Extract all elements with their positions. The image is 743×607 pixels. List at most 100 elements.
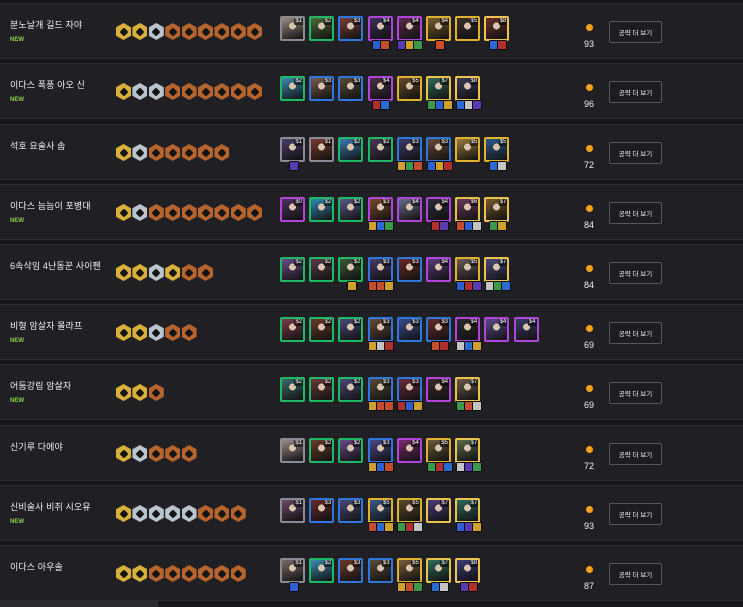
trait-icon[interactable] bbox=[181, 565, 197, 582]
item-icon[interactable] bbox=[380, 40, 391, 50]
champion-portrait[interactable]: $8 bbox=[455, 558, 481, 583]
trait-icon[interactable] bbox=[165, 264, 181, 281]
trait-icon[interactable] bbox=[116, 144, 131, 161]
champion-portrait[interactable]: $4 bbox=[426, 377, 451, 402]
deck-name[interactable]: 신비술사 비취 시오유 bbox=[10, 500, 110, 513]
trait-icon[interactable] bbox=[116, 445, 131, 462]
trait-icon[interactable] bbox=[148, 23, 164, 40]
champion-portrait[interactable]: $7 bbox=[484, 197, 510, 222]
trait-icon[interactable] bbox=[198, 264, 213, 281]
item-icon[interactable] bbox=[496, 40, 507, 50]
champion-portrait[interactable]: $5 bbox=[396, 76, 422, 101]
champion-portrait[interactable]: $2 bbox=[280, 377, 305, 402]
trait-icon[interactable] bbox=[165, 23, 181, 40]
item-icon[interactable] bbox=[471, 341, 482, 351]
champion-portrait[interactable]: $7 bbox=[455, 377, 481, 402]
deck-row[interactable]: 분노날개 길드 자야 NEW $1 $2 $3 $4 $4 $4 $5 $8 93 공략 더 보기 bbox=[0, 3, 743, 59]
champion-portrait[interactable]: $5 bbox=[396, 558, 422, 583]
trait-icon[interactable] bbox=[132, 505, 148, 522]
trait-icon[interactable] bbox=[132, 565, 148, 582]
item-icon[interactable] bbox=[384, 341, 395, 351]
trait-icon[interactable] bbox=[198, 144, 213, 161]
champion-portrait[interactable]: $2 bbox=[309, 377, 335, 402]
view-guide-button[interactable]: 공략 더 보기 bbox=[609, 262, 662, 284]
trait-icon[interactable] bbox=[116, 324, 131, 341]
champion-portrait[interactable]: $4 bbox=[455, 317, 481, 342]
champion-portrait[interactable]: $2 bbox=[338, 137, 364, 162]
trait-icon[interactable] bbox=[181, 445, 197, 462]
item-icon[interactable] bbox=[384, 281, 395, 291]
item-icon[interactable] bbox=[413, 401, 424, 411]
champion-portrait[interactable]: $7 bbox=[484, 257, 510, 282]
champion-portrait[interactable]: $4 bbox=[396, 16, 422, 41]
champion-portrait[interactable]: $3 bbox=[309, 76, 335, 101]
item-icon[interactable] bbox=[413, 582, 424, 592]
trait-icon[interactable] bbox=[148, 83, 164, 100]
champion-portrait[interactable]: $2 bbox=[309, 558, 335, 583]
deck-name[interactable]: 이다스 아우솔 bbox=[10, 560, 110, 573]
item-icon[interactable] bbox=[496, 161, 507, 171]
champion-portrait[interactable]: $5 bbox=[455, 257, 481, 282]
champion-portrait[interactable]: $3 bbox=[367, 558, 393, 583]
trait-icon[interactable] bbox=[165, 204, 181, 221]
trait-icon[interactable] bbox=[214, 204, 230, 221]
deck-name[interactable]: 비형 암살자 몰라프 bbox=[10, 319, 110, 332]
trait-icon[interactable] bbox=[132, 384, 148, 401]
trait-icon[interactable] bbox=[116, 384, 131, 401]
champion-portrait[interactable]: $3 bbox=[367, 438, 393, 463]
item-icon[interactable] bbox=[288, 161, 299, 171]
deck-row[interactable]: 이다스 폭풍 아오 신 NEW $2 $3 $3 $4 $5 $7 $8 96 공략 더 보기 bbox=[0, 63, 743, 119]
trait-icon[interactable] bbox=[148, 384, 164, 401]
trait-icon[interactable] bbox=[132, 83, 148, 100]
champion-portrait[interactable]: $2 bbox=[338, 438, 364, 463]
deck-name[interactable]: 이다스 폭풍 아오 신 bbox=[10, 78, 110, 91]
champion-portrait[interactable]: $7 bbox=[455, 438, 481, 463]
item-icon[interactable] bbox=[384, 522, 395, 532]
item-icon[interactable] bbox=[471, 522, 482, 532]
champion-portrait[interactable]: $1 bbox=[280, 137, 305, 162]
trait-icon[interactable] bbox=[116, 264, 131, 281]
champion-portrait[interactable]: $2 bbox=[309, 16, 335, 41]
champion-portrait[interactable]: $3 bbox=[338, 76, 364, 101]
champion-portrait[interactable]: $2 bbox=[367, 137, 393, 162]
trait-icon[interactable] bbox=[165, 324, 181, 341]
trait-icon[interactable] bbox=[116, 83, 131, 100]
item-icon[interactable] bbox=[467, 582, 478, 592]
deck-name[interactable]: 이다스 늠늠이 포병대 bbox=[10, 199, 110, 212]
trait-icon[interactable] bbox=[181, 324, 197, 341]
trait-icon[interactable] bbox=[214, 83, 230, 100]
item-icon[interactable] bbox=[384, 462, 395, 472]
deck-row[interactable]: 어둠강림 암살자 NEW $2 $2 $2 $3 $3 $4 $7 69 공략 더 보기 bbox=[0, 364, 743, 420]
trait-icon[interactable] bbox=[214, 505, 230, 522]
trait-icon[interactable] bbox=[198, 505, 213, 522]
champion-portrait[interactable]: $2 bbox=[280, 317, 305, 342]
item-icon[interactable] bbox=[413, 522, 424, 532]
deck-row[interactable]: 비형 암살자 몰라프 NEW $2 $2 $2 $3 $3 $3 $4 $4 $4 69 공략 더 보기 bbox=[0, 304, 743, 360]
trait-icon[interactable] bbox=[214, 144, 230, 161]
view-guide-button[interactable]: 공략 더 보기 bbox=[609, 202, 662, 224]
champion-portrait[interactable]: $7 bbox=[426, 558, 451, 583]
trait-icon[interactable] bbox=[132, 324, 148, 341]
deck-name[interactable]: 6속삭임 4난동꾼 사이펜 bbox=[10, 259, 110, 272]
trait-icon[interactable] bbox=[181, 83, 197, 100]
item-icon[interactable] bbox=[434, 40, 445, 50]
champion-portrait[interactable]: $5 bbox=[396, 498, 422, 523]
champion-portrait[interactable]: $3 bbox=[426, 317, 451, 342]
view-guide-button[interactable]: 공략 더 보기 bbox=[609, 21, 662, 43]
champion-portrait[interactable]: $3 bbox=[367, 317, 393, 342]
champion-portrait[interactable]: $3 bbox=[367, 377, 393, 402]
trait-icon[interactable] bbox=[230, 83, 246, 100]
view-guide-button[interactable]: 공략 더 보기 bbox=[609, 443, 662, 465]
trait-icon[interactable] bbox=[165, 445, 181, 462]
view-guide-button[interactable]: 공략 더 보기 bbox=[609, 503, 662, 525]
item-icon[interactable] bbox=[384, 401, 395, 411]
trait-icon[interactable] bbox=[181, 505, 197, 522]
item-icon[interactable] bbox=[413, 161, 424, 171]
champion-portrait[interactable]: $2 bbox=[309, 438, 335, 463]
item-icon[interactable] bbox=[442, 462, 453, 472]
champion-portrait[interactable]: $7 bbox=[426, 498, 451, 523]
champion-portrait[interactable]: $4 bbox=[513, 317, 539, 342]
champion-portrait[interactable]: $2 bbox=[338, 377, 364, 402]
trait-icon[interactable] bbox=[165, 144, 181, 161]
deck-row[interactable]: 이다스 늠늠이 포병대 NEW $0 $2 $2 $3 $4 $4 $6 $7 84 공략 더 보기 bbox=[0, 184, 743, 240]
